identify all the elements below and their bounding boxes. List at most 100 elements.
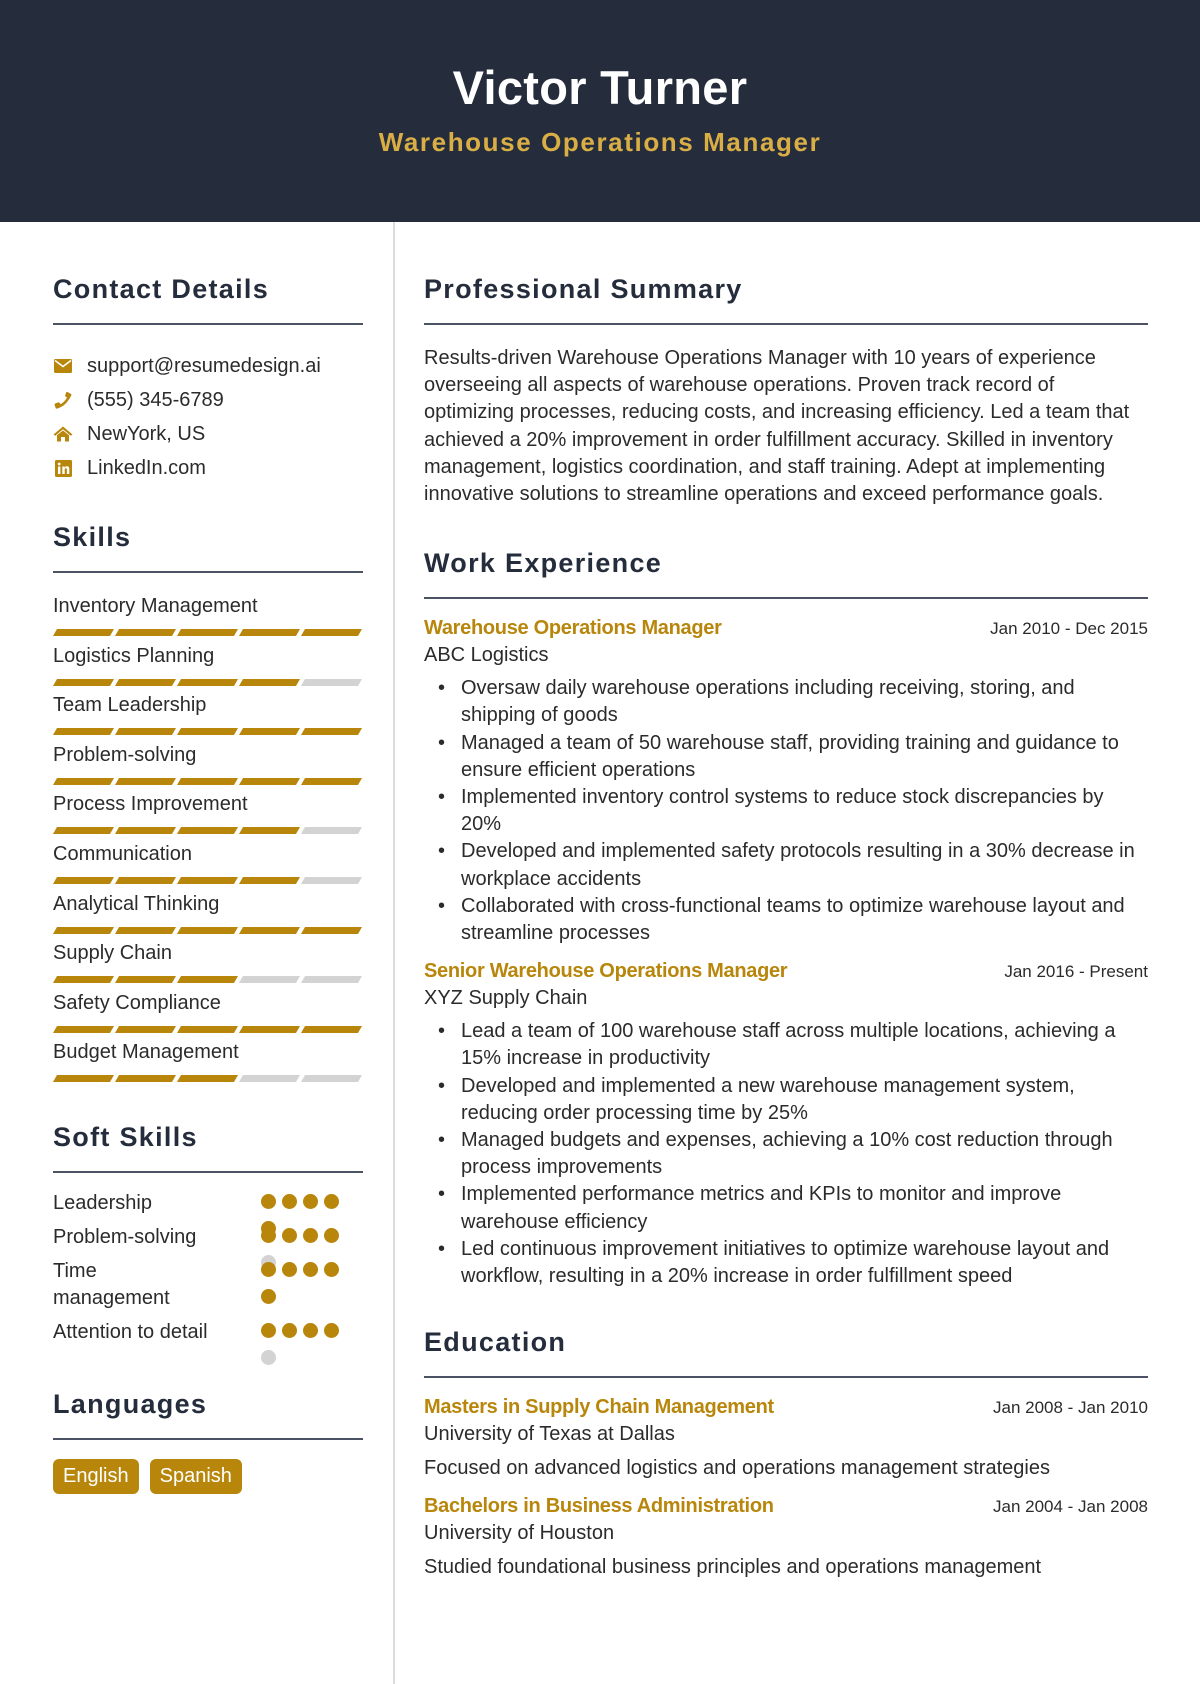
section-rule [53,1437,363,1440]
contact-email[interactable]: support@resumedesign.ai [53,349,363,383]
rating-segment-filled [52,777,115,785]
rating-segment-filled [114,728,177,736]
job-bullet: Lead a team of 100 warehouse staff acros… [424,1018,1148,1072]
skill-label: Analytical Thinking [53,892,220,915]
soft-skills-section: Soft Skills Leadership Problem-solving Tim… [53,1120,363,1365]
rating-dot-filled [261,1193,276,1209]
skill-item: Budget Management [52,1039,363,1089]
skill-rating-bar [52,678,363,686]
rating-dot-filled [303,1193,318,1209]
section-rule [424,597,1148,600]
soft-skill-rating [261,1319,349,1365]
skill-rating-bar [52,1075,363,1083]
rating-segment-filled [52,976,115,984]
rating-segment-filled [114,827,177,835]
rating-segment-filled [114,1075,177,1083]
contact-linkedin-text: LinkedIn.com [87,456,206,479]
job-bullet: Led continuous improvement initiatives t… [424,1236,1148,1290]
rating-segment-empty [300,827,363,835]
education-entry: Masters in Supply Chain Management Jan 2… [424,1394,1148,1482]
skill-rating-bar [52,827,363,835]
rating-segment-empty [238,1075,301,1083]
contact-phone[interactable]: (555) 345-6789 [53,383,363,417]
skill-item: Analytical Thinking [52,891,363,941]
rating-segment-filled [114,876,177,884]
contact-linkedin[interactable]: LinkedIn.com [53,451,363,485]
left-column: Contact Details support@resumedesign.ai … [52,222,363,1494]
rating-segment-filled [114,976,177,984]
job-bullet: Managed a team of 50 warehouse staff, pr… [424,730,1148,784]
skill-label: Communication [53,842,192,865]
skill-item: Logistics Planning [52,643,363,693]
experience-heading: Work Experience [424,548,663,579]
envelope-icon [53,356,73,376]
rating-segment-empty [238,976,301,984]
skill-rating-bar [52,876,363,884]
rating-segment-empty [300,1075,363,1083]
rating-segment-filled [300,1025,363,1033]
section-rule [424,1376,1148,1379]
skill-item: Team Leadership [52,692,363,742]
contact-location-text: NewYork, US [87,422,206,445]
soft-skill-item: Time management [53,1258,363,1319]
skill-label: Process Improvement [53,793,248,816]
education-description: Focused on advanced logistics and operat… [424,1457,1050,1480]
soft-skill-rating [261,1258,349,1304]
rating-segment-filled [176,976,239,984]
candidate-name: Victor Turner [452,61,748,114]
skill-label: Logistics Planning [53,644,215,667]
rating-segment-filled [176,876,239,884]
job-bullet: Implemented performance metrics and KPIs… [424,1181,1148,1235]
rating-dot-filled [282,1261,297,1277]
skill-label: Inventory Management [53,595,258,617]
school-name: University of Houston [424,1522,615,1545]
skill-item: Process Improvement [52,791,363,841]
skills-section: Skills Inventory Management Logistics Pla… [52,520,363,1089]
skill-rating-bar [52,629,363,636]
soft-skill-item: Problem-solving [53,1224,363,1270]
contact-location: NewYork, US [53,417,363,451]
rating-segment-filled [300,777,363,785]
skill-rating-bar [52,1025,363,1033]
education-dates: Jan 2004 - Jan 2008 [992,1497,1148,1517]
skill-item: Problem-solving [52,742,363,792]
rating-segment-filled [52,1025,115,1033]
rating-segment-filled [176,728,239,736]
rating-segment-filled [300,728,363,736]
degree-title: Masters in Supply Chain Management [424,1396,774,1419]
rating-segment-empty [300,678,363,686]
candidate-title: Warehouse Operations Manager [378,127,822,157]
rating-segment-filled [176,678,239,686]
rating-segment-filled [114,629,177,636]
education-dates: Jan 2008 - Jan 2010 [992,1398,1148,1418]
rating-segment-filled [176,1025,239,1033]
phone-icon [53,390,73,410]
skill-rating-bar [52,926,363,934]
job-dates: Jan 2016 - Present [1004,962,1148,982]
job-bullet: Developed and implemented a new warehous… [424,1073,1148,1127]
skill-label: Budget Management [53,1041,239,1064]
rating-dot-filled [303,1261,318,1277]
skill-label: Supply Chain [53,942,172,965]
rating-segment-filled [114,777,177,785]
rating-segment-filled [176,827,239,835]
section-rule [53,571,363,573]
soft-skills-list: Leadership Problem-solving Time management… [53,1190,363,1365]
soft-skill-item: Leadership [53,1190,363,1236]
rating-dot-filled [282,1322,297,1338]
education-description: Studied foundational business principles… [424,1556,1042,1579]
rating-dot-filled [261,1288,276,1304]
right-column: Professional Summary Results-driven Ware… [424,222,1148,1581]
skills-list: Inventory Management Logistics Planning Te… [52,593,363,1089]
language-tag: Spanish [149,1458,242,1494]
skill-label: Problem-solving [53,743,197,766]
rating-segment-filled [238,678,301,686]
rating-segment-empty [300,976,363,984]
rating-segment-filled [176,629,239,636]
rating-segment-filled [52,926,115,934]
job-bullet: Oversaw daily warehouse operations inclu… [424,675,1148,729]
job-bullet: Managed budgets and expenses, achieving … [424,1127,1148,1181]
section-rule [424,323,1148,325]
skill-rating-bar [52,777,363,785]
rating-segment-filled [114,678,177,686]
